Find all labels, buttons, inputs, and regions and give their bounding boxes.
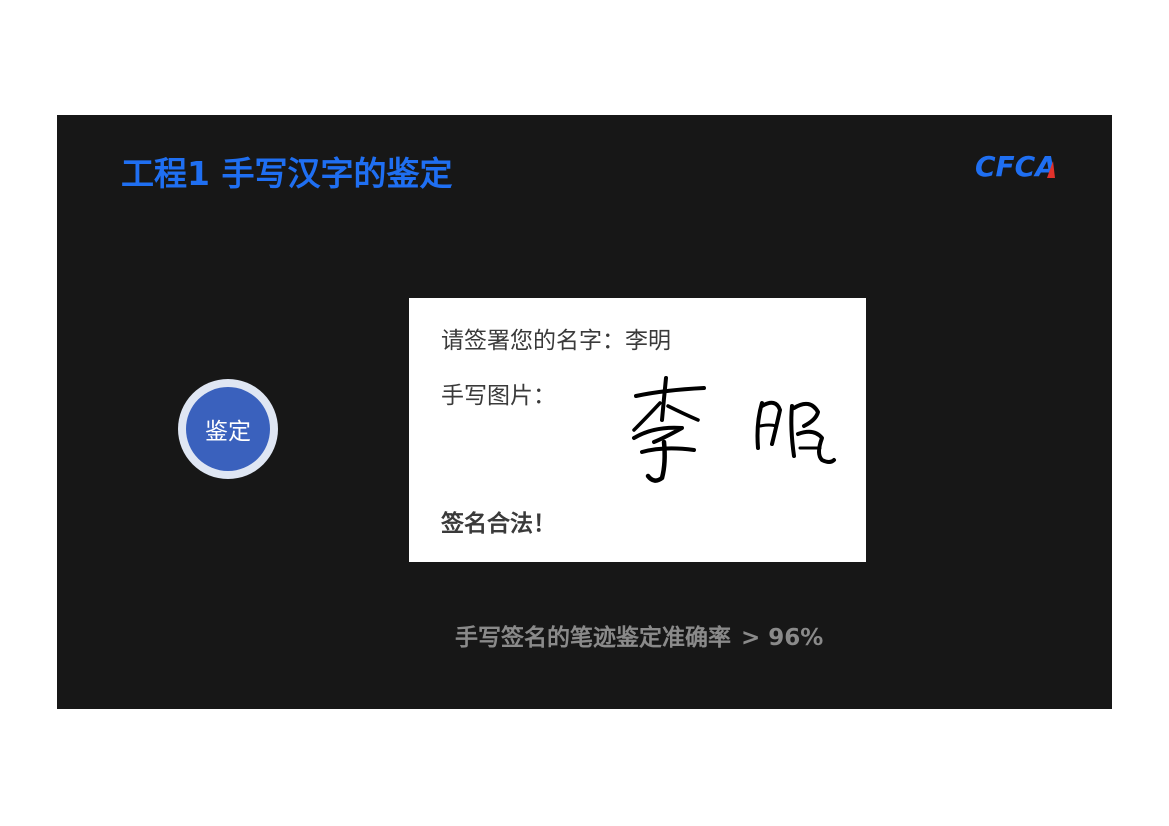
- accuracy-value: > 96%: [741, 625, 824, 651]
- accuracy-label: 手写签名的笔迹鉴定准确率: [455, 625, 731, 651]
- slide-panel: 工程1 手写汉字的鉴定 CFCA 鉴定 请签署您的名字：李明 手写图片： 签名合…: [57, 115, 1112, 709]
- page-title: 工程1 手写汉字的鉴定: [121, 154, 453, 193]
- verification-result: 签名合法！: [441, 511, 556, 537]
- logo-text: CFCA: [975, 151, 1057, 181]
- verify-button-label[interactable]: 鉴定: [186, 387, 270, 471]
- signature-prompt: 请签署您的名字：李明: [441, 328, 671, 354]
- signature-card: 请签署您的名字：李明 手写图片： 签名合法！: [409, 298, 866, 562]
- accuracy-statement: 手写签名的笔迹鉴定准确率 > 96%: [455, 618, 823, 652]
- handwritten-signature-image: [632, 376, 836, 483]
- verify-button[interactable]: 鉴定: [178, 379, 278, 479]
- cfca-logo: CFCA: [975, 151, 1065, 181]
- handwriting-label: 手写图片：: [441, 383, 556, 409]
